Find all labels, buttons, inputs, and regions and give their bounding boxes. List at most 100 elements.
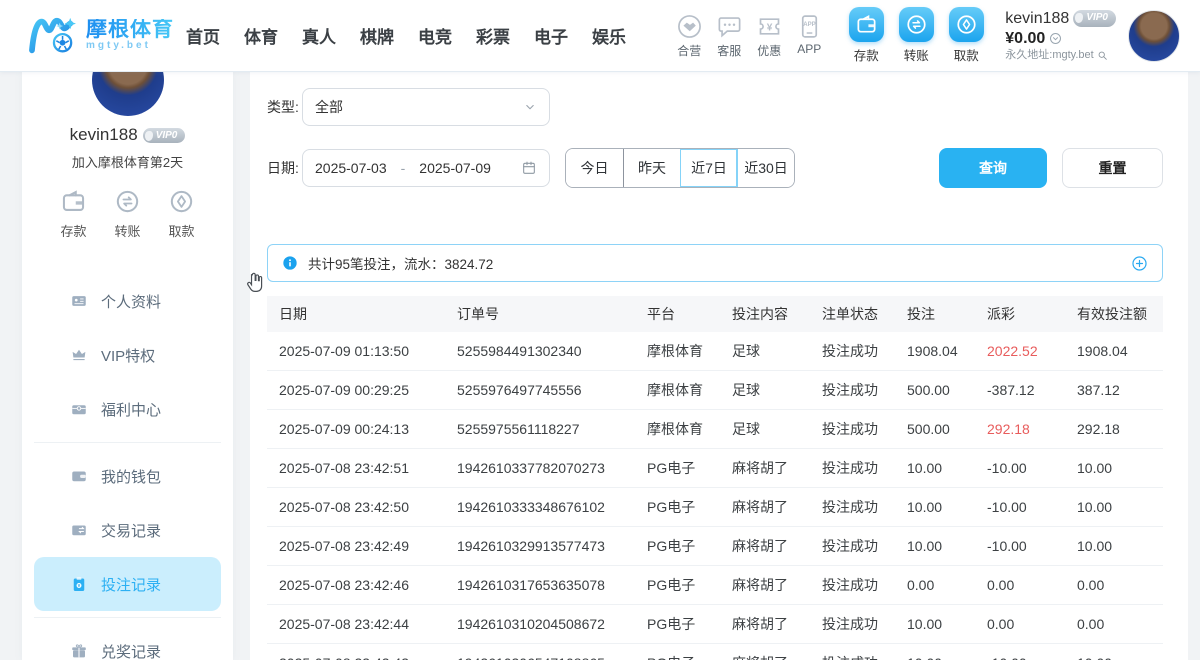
svg-text:¥: ¥ [766,22,772,33]
nav-item-home[interactable]: 首页 [186,23,220,48]
balance-refresh-icon[interactable] [1049,32,1062,45]
cell-payout: 292.18 [987,421,1077,437]
sidebar-item-transactions[interactable]: 交易记录 [34,503,221,557]
cell-date: 2025-07-09 00:24:13 [279,421,457,437]
table-row: 2025-07-08 23:42:501942610333348676102PG… [267,488,1163,527]
summary-text: 共计95笔投注，流水：3824.72 [308,253,493,273]
support-chat-icon [716,13,743,40]
cell-valid-amount: 0.00 [1077,616,1163,632]
quick-action-label: 取款 [168,221,194,240]
sidebar-quick-actions: 存款转账取款 [22,188,233,240]
sidebar-item-welfare[interactable]: 福利中心 [34,382,221,436]
table-row: 2025-07-09 00:29:255255976497745556摩根体育足… [267,371,1163,410]
cell-status: 投注成功 [822,458,907,478]
svg-text:¥: ¥ [78,583,81,589]
table-row: 2025-07-08 23:42:491942610329913577473PG… [267,527,1163,566]
range-button-last7[interactable]: 近7日 [680,149,737,187]
nav-item-live[interactable]: 真人 [302,23,336,48]
reset-button[interactable]: 重置 [1062,148,1163,188]
nav-item-entertainment[interactable]: 娱乐 [592,23,626,48]
avatar[interactable] [1128,10,1180,62]
sidebar-divider [34,442,221,443]
cell-status: 投注成功 [822,614,907,634]
balance-amount: ¥0.00 [1005,29,1045,49]
welfare-box-icon [70,400,88,418]
nav-item-esports[interactable]: 电竞 [418,23,452,48]
sidebar-item-label: 我的钱包 [101,466,161,487]
header-action-deposit[interactable]: 存款 [843,7,889,64]
column-header-0: 日期 [279,304,457,324]
cell-payout: -10.00 [987,538,1077,554]
search-button[interactable]: 查询 [939,148,1047,188]
nav-item-sports[interactable]: 体育 [244,23,278,48]
cell-valid-amount: 10.00 [1077,460,1163,476]
header-action-withdraw[interactable]: 取款 [943,7,989,64]
username[interactable]: kevin188 [1005,9,1069,29]
header-action-promo[interactable]: ¥优惠 [749,13,789,59]
header-action-app[interactable]: APPAPP [789,13,829,59]
cell-content: 麻将胡了 [732,536,822,556]
cell-bet: 1908.04 [907,343,987,359]
cell-payout: -10.00 [987,655,1077,660]
sidebar-item-vip[interactable]: VIP特权 [34,328,221,382]
sidebar-item-wallet[interactable]: 我的钱包 [34,449,221,503]
sidebar-avatar[interactable] [92,72,164,116]
nav-item-lottery[interactable]: 彩票 [476,23,510,48]
table-row: 2025-07-08 23:42:441942610310204508672PG… [267,605,1163,644]
cell-valid-amount: 1908.04 [1077,343,1163,359]
date-range-input[interactable]: 2025-07-03 - 2025-07-09 [302,149,550,187]
sidebar-item-redeem[interactable]: 兑奖记录 [34,624,221,660]
cell-order: 5255976497745556 [457,382,647,398]
header-action-partner[interactable]: 合营 [669,13,709,59]
cell-bet: 500.00 [907,421,987,437]
cell-status: 投注成功 [822,419,907,439]
cell-payout: -10.00 [987,499,1077,515]
info-icon [282,255,298,271]
table-row: 2025-07-08 23:42:431942610306547108865PG… [267,644,1163,660]
range-button-last30[interactable]: 近30日 [737,149,794,187]
brand-domain: mgty.bet [86,41,174,52]
cell-date: 2025-07-09 00:29:25 [279,382,457,398]
table-row: 2025-07-08 23:42:511942610337782070273PG… [267,449,1163,488]
sidebar-quick-deposit[interactable]: 存款 [60,188,87,240]
header-action-support[interactable]: 客服 [709,13,749,59]
cell-platform: PG电子 [647,614,732,634]
header-action-transfer[interactable]: 转账 [893,7,939,64]
sidebar-item-bet-records[interactable]: ¥投注记录 [34,557,221,611]
cell-content: 足球 [732,419,822,439]
column-header-5: 投注 [907,304,987,324]
summary-bar: 共计95笔投注，流水：3824.72 [267,244,1163,282]
sidebar-item-label: VIP特权 [101,345,155,366]
sidebar-quick-withdraw[interactable]: 取款 [168,188,195,240]
header-action-label: 取款 [954,45,979,64]
sidebar-quick-transfer[interactable]: 转账 [114,188,141,240]
sidebar-item-label: 个人资料 [101,291,161,312]
range-button-today[interactable]: 今日 [566,149,623,187]
type-select-value: 全部 [315,97,343,117]
sidebar-item-profile[interactable]: 个人资料 [34,274,221,328]
brand-logo[interactable]: 摩根体育 mgty.bet [28,14,174,58]
join-days-text: 加入摩根体育第2天 [22,152,233,171]
column-header-6: 派彩 [987,304,1077,324]
permanent-address: 永久地址:mgty.bet [1005,49,1093,63]
nav-item-chess[interactable]: 棋牌 [360,23,394,48]
range-button-yesterday[interactable]: 昨天 [623,149,680,187]
cell-content: 麻将胡了 [732,458,822,478]
type-select[interactable]: 全部 [302,88,550,126]
nav-item-slots[interactable]: 电子 [534,23,568,48]
deposit-icon [849,7,884,42]
expand-circle-icon[interactable] [1131,255,1148,272]
cell-bet: 10.00 [907,499,987,515]
header-right: 合营客服¥优惠APPAPP 存款转账取款 kevin188 VIP0 ¥0.00… [669,7,1180,64]
magnifier-icon[interactable] [1097,50,1108,61]
cell-date: 2025-07-09 01:13:50 [279,343,457,359]
cell-payout: 2022.52 [987,343,1077,359]
bet-record-icon: ¥ [70,575,88,593]
cell-platform: PG电子 [647,653,732,660]
cell-payout: 0.00 [987,577,1077,593]
cell-order: 1942610337782070273 [457,460,647,476]
cell-platform: PG电子 [647,458,732,478]
id-card-icon [70,292,88,310]
cell-valid-amount: 10.00 [1077,538,1163,554]
cell-content: 麻将胡了 [732,575,822,595]
